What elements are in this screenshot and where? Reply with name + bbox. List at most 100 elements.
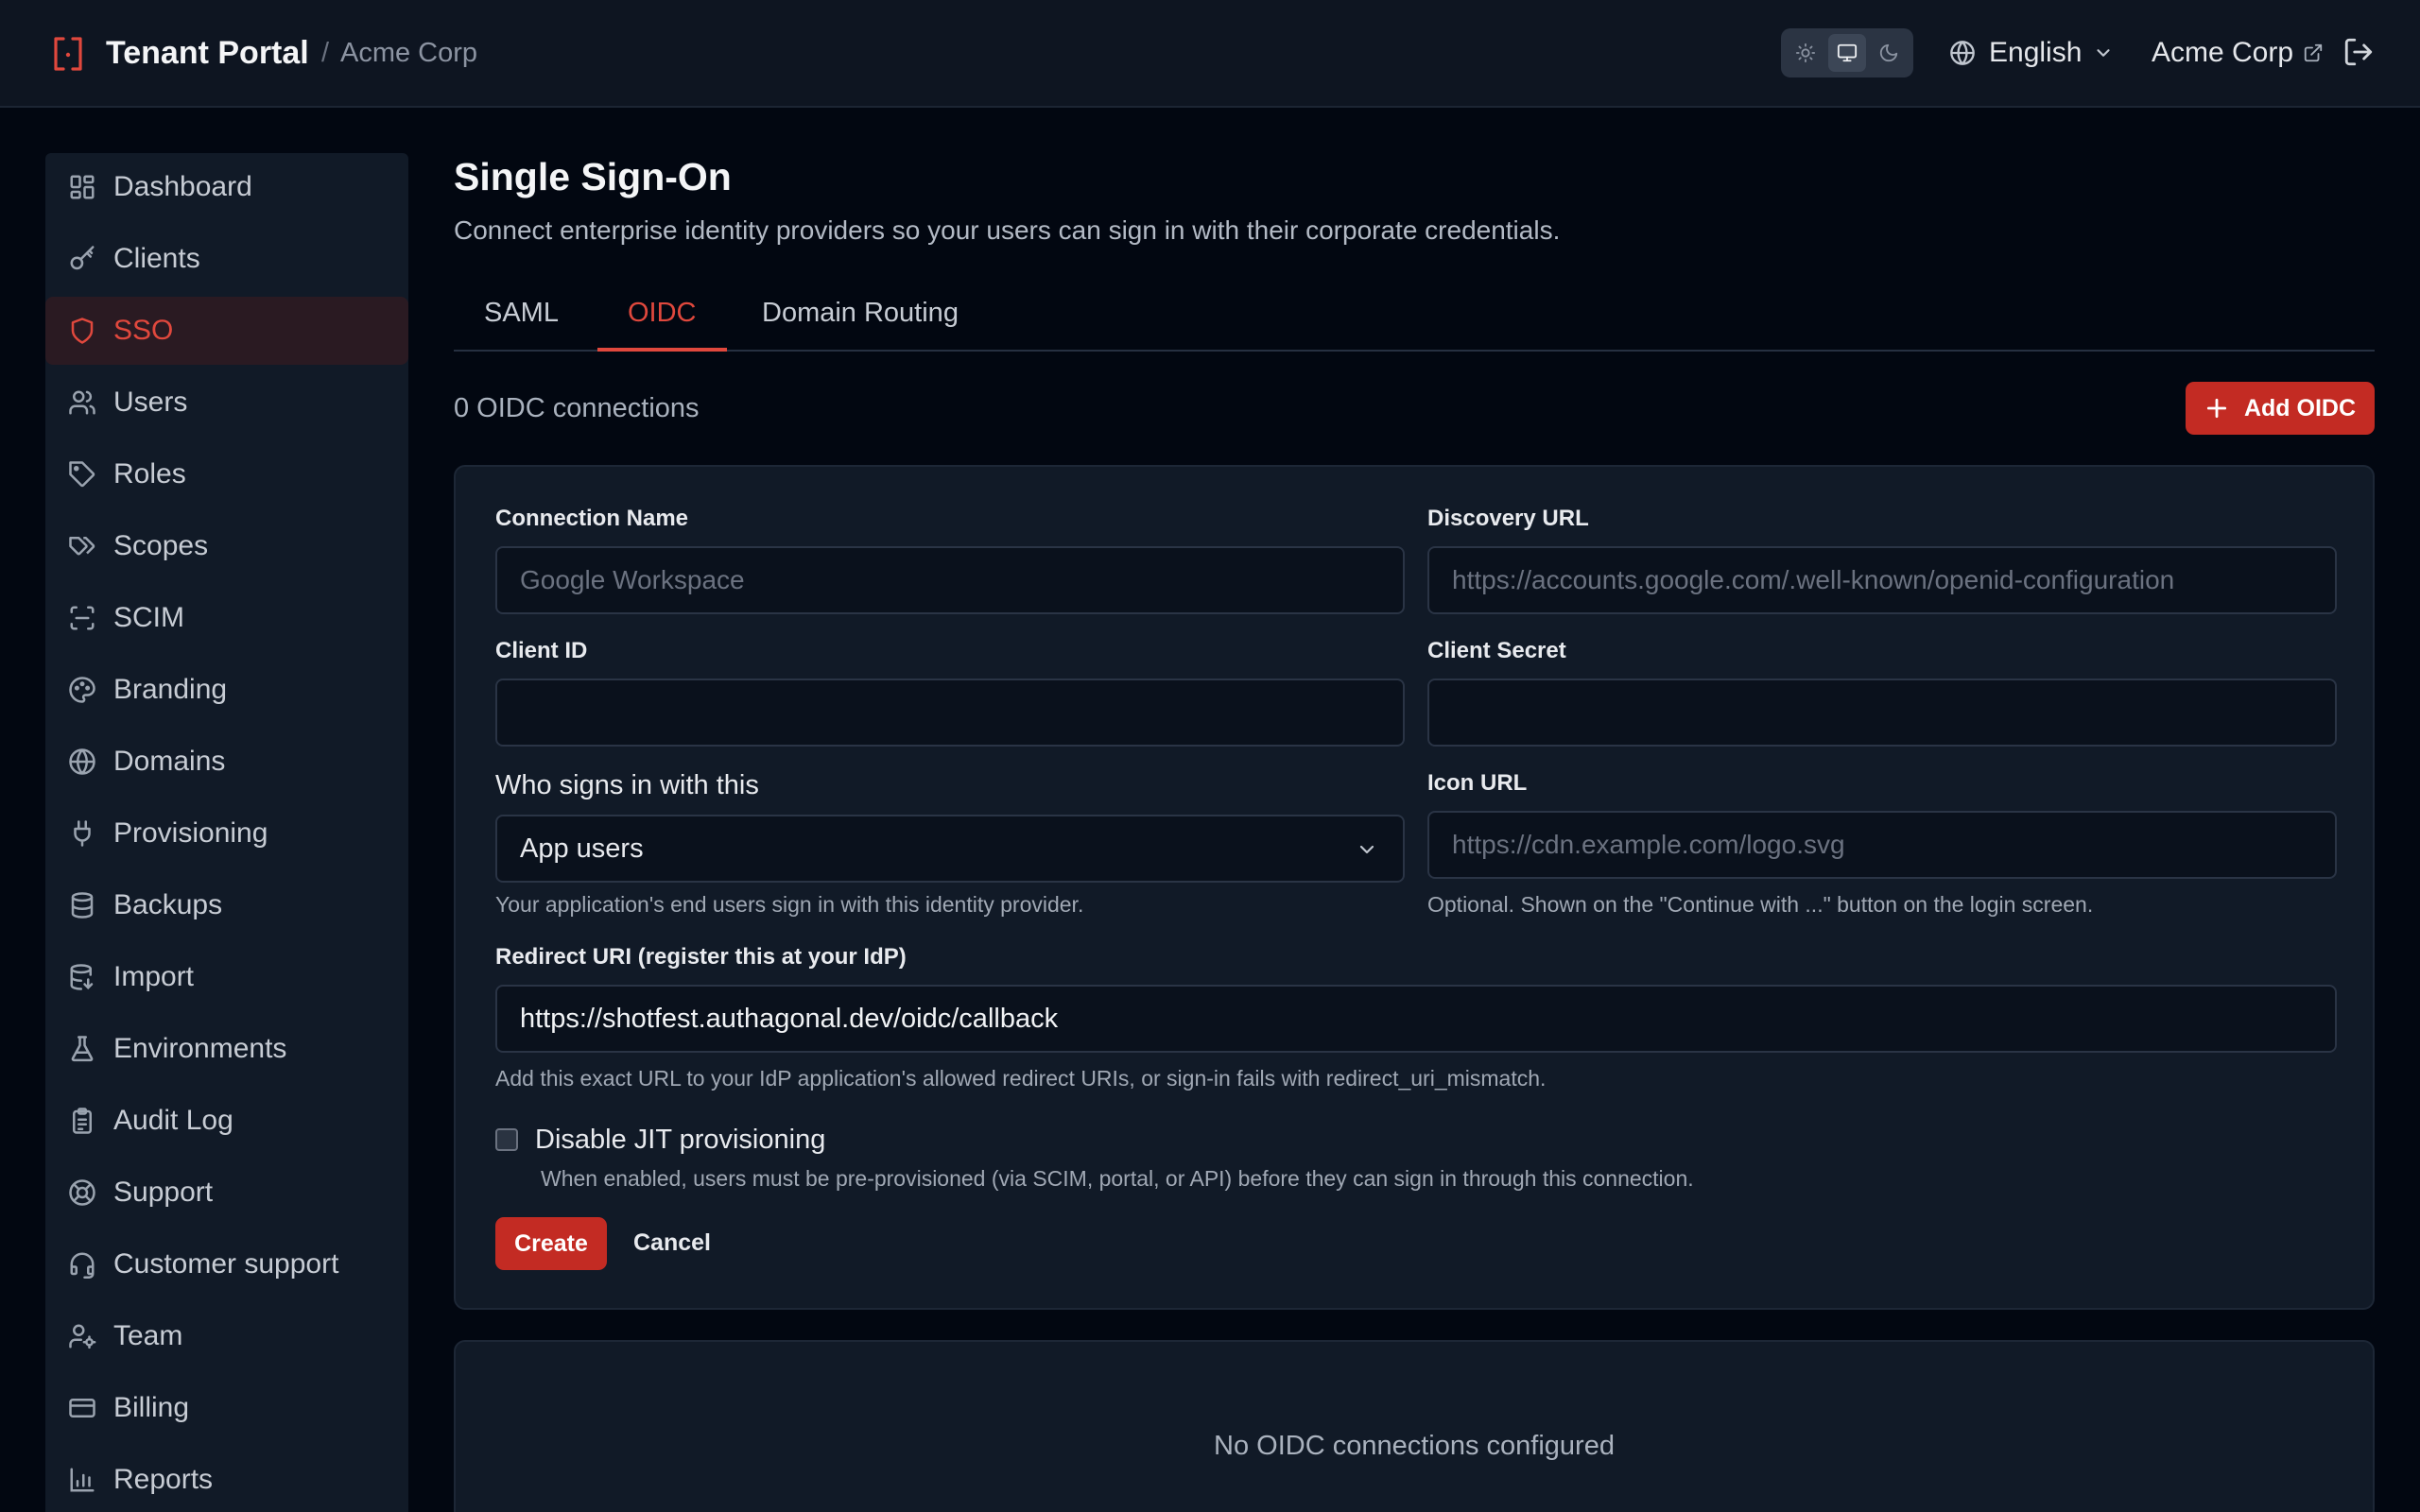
- sidebar-item-scim[interactable]: SCIM: [45, 584, 408, 652]
- sidebar-item-provisioning[interactable]: Provisioning: [45, 799, 408, 868]
- sidebar-item-customer-support[interactable]: Customer support: [45, 1230, 408, 1298]
- client-id-input[interactable]: [495, 679, 1405, 747]
- audience-select[interactable]: App users: [495, 815, 1405, 883]
- sidebar-item-billing[interactable]: Billing: [45, 1374, 408, 1442]
- disable-jit-label[interactable]: Disable JIT provisioning: [535, 1123, 825, 1157]
- language-selector[interactable]: English: [1949, 34, 2114, 72]
- tags-icon: [68, 532, 96, 560]
- sidebar-item-domains[interactable]: Domains: [45, 728, 408, 796]
- credit-card-icon: [68, 1394, 96, 1422]
- sidebar-item-team[interactable]: Team: [45, 1302, 408, 1370]
- icon-url-help: Optional. Shown on the "Continue with ..…: [1427, 892, 2094, 917]
- light-theme-button[interactable]: [1787, 34, 1824, 72]
- sidebar-item-roles[interactable]: Roles: [45, 440, 408, 508]
- sidebar-item-label: Import: [113, 961, 195, 992]
- key-icon: [68, 245, 96, 273]
- sidebar-item-audit-log[interactable]: Audit Log: [45, 1087, 408, 1155]
- sidebar-item-backups[interactable]: Backups: [45, 871, 408, 939]
- disable-jit-help: When enabled, users must be pre-provisio…: [541, 1166, 1694, 1191]
- user-cog-icon: [68, 1322, 96, 1350]
- sidebar-item-label: Team: [113, 1320, 183, 1351]
- redirect-uri-input[interactable]: [495, 985, 2337, 1053]
- sidebar-item-reports[interactable]: Reports: [45, 1446, 408, 1512]
- sidebar-item-label: Environments: [113, 1033, 287, 1064]
- globe-icon: [1949, 40, 1976, 66]
- logout-icon: [2342, 36, 2375, 68]
- connection-count: 0 OIDC connections: [454, 393, 700, 423]
- sidebar-item-clients[interactable]: Clients: [45, 225, 408, 293]
- discovery-url-label: Discovery URL: [1427, 506, 1589, 531]
- palette-icon: [68, 676, 96, 704]
- audience-label: Who signs in with this: [495, 770, 759, 800]
- empty-state-text: No OIDC connections configured: [1214, 1431, 1615, 1461]
- create-button[interactable]: Create: [495, 1217, 607, 1270]
- oidc-form: Connection Name Discovery URL Client ID …: [454, 465, 2375, 1310]
- top-bar: Tenant Portal / Acme Corp English Acme C…: [0, 0, 2420, 108]
- sidebar-item-label: Audit Log: [113, 1105, 233, 1136]
- chevron-down-icon: [2093, 43, 2114, 63]
- sidebar-item-label: Domains: [113, 746, 226, 777]
- sidebar-item-users[interactable]: Users: [45, 369, 408, 437]
- redirect-uri-label: Redirect URI (register this at your IdP): [495, 944, 907, 970]
- sidebar-item-label: Users: [113, 387, 188, 418]
- sidebar-item-scopes[interactable]: Scopes: [45, 512, 408, 580]
- sidebar-item-dashboard[interactable]: Dashboard: [45, 153, 408, 221]
- tenant-external-link[interactable]: Acme Corp: [2152, 34, 2324, 72]
- sidebar-item-label: Roles: [113, 458, 186, 490]
- sso-tabs: SAML OIDC Domain Routing: [454, 284, 2375, 352]
- brand-logo-icon: [52, 36, 84, 72]
- add-oidc-label: Add OIDC: [2243, 394, 2357, 421]
- theme-toggle: [1781, 28, 1913, 77]
- bar-chart-icon: [68, 1466, 96, 1494]
- audience-select-value: App users: [520, 833, 644, 864]
- sidebar-item-label: Branding: [113, 674, 228, 705]
- sidebar-item-label: SSO: [113, 315, 174, 346]
- add-oidc-button[interactable]: Add OIDC: [2186, 382, 2375, 435]
- sidebar-item-label: Billing: [113, 1392, 190, 1423]
- icon-url-input[interactable]: [1427, 811, 2337, 879]
- moon-icon: [1878, 43, 1899, 63]
- sidebar-item-sso[interactable]: SSO: [45, 297, 408, 365]
- database-icon: [68, 891, 96, 919]
- tab-saml[interactable]: SAML: [454, 284, 589, 352]
- sidebar-item-branding[interactable]: Branding: [45, 656, 408, 724]
- sidebar: Dashboard Clients SSO Users Roles Scopes…: [45, 153, 408, 1512]
- headset-icon: [68, 1250, 96, 1279]
- dark-theme-button[interactable]: [1870, 34, 1908, 72]
- connections-list: No OIDC connections configured: [454, 1340, 2375, 1512]
- sidebar-item-label: Support: [113, 1177, 214, 1208]
- tag-icon: [68, 460, 96, 489]
- lifebuoy-icon: [68, 1178, 96, 1207]
- sidebar-item-environments[interactable]: Environments: [45, 1015, 408, 1083]
- sidebar-item-label: Dashboard: [113, 171, 252, 202]
- sidebar-item-support[interactable]: Support: [45, 1159, 408, 1227]
- plus-icon: [2204, 396, 2229, 421]
- page-title: Single Sign-On: [454, 155, 732, 198]
- sidebar-item-label: Reports: [113, 1464, 214, 1495]
- connection-name-label: Connection Name: [495, 506, 689, 531]
- app-title[interactable]: Tenant Portal: [106, 34, 309, 72]
- sidebar-item-label: Scopes: [113, 530, 209, 561]
- cancel-button[interactable]: Cancel: [633, 1228, 711, 1257]
- external-link-icon: [2303, 43, 2324, 63]
- logout-button[interactable]: [2342, 36, 2375, 68]
- audience-help: Your application's end users sign in wit…: [495, 892, 1084, 917]
- clipboard-icon: [68, 1107, 96, 1135]
- system-theme-button[interactable]: [1828, 34, 1866, 72]
- sidebar-item-label: Customer support: [113, 1248, 339, 1280]
- client-secret-input[interactable]: [1427, 679, 2337, 747]
- discovery-url-input[interactable]: [1427, 546, 2337, 614]
- plug-icon: [68, 819, 96, 848]
- tab-domain-routing[interactable]: Domain Routing: [732, 284, 989, 352]
- client-id-label: Client ID: [495, 638, 588, 663]
- disable-jit-checkbox[interactable]: [495, 1128, 518, 1151]
- sidebar-item-label: Provisioning: [113, 817, 268, 849]
- page-description: Connect enterprise identity providers so…: [454, 215, 1561, 245]
- sidebar-item-import[interactable]: Import: [45, 943, 408, 1011]
- connection-name-input[interactable]: [495, 546, 1405, 614]
- tenant-link-label: Acme Corp: [2152, 37, 2294, 68]
- sun-icon: [1795, 43, 1816, 63]
- scan-icon: [68, 604, 96, 632]
- dashboard-icon: [68, 173, 96, 201]
- tab-oidc[interactable]: OIDC: [597, 284, 727, 352]
